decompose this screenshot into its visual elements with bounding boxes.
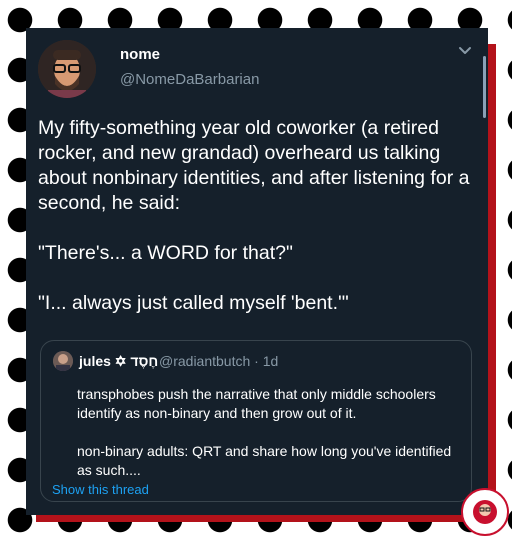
quote-meta: @radiantbutch · 1d [159,353,279,369]
quote-avatar[interactable] [53,351,73,371]
watermark-badge [461,488,509,536]
display-name[interactable]: nome [120,46,160,63]
user-handle[interactable]: @NomeDaBarbarian [120,71,259,88]
avatar[interactable] [38,40,96,98]
quote-paragraph: transphobes push the narrative that only… [77,386,436,421]
quote-handle[interactable]: @radiantbutch [159,353,250,369]
tweet-paragraph: "There's... a WORD for that?" [38,242,293,264]
quote-paragraph: non-binary adults: QRT and share how lon… [77,443,452,478]
tweet-card: nome @NomeDaBarbarian My fifty-something… [26,28,488,515]
show-thread-link[interactable]: Show this thread [52,482,149,497]
quoted-tweet[interactable]: jules ✡ חֶסֶד @radiantbutch · 1d transph… [40,340,472,502]
scrollbar-thumb[interactable] [483,56,486,118]
quote-time: 1d [262,353,279,369]
chevron-down-icon[interactable] [458,46,472,56]
tweet-text: My fifty-something year old coworker (a … [38,116,478,341]
quote-display-name[interactable]: jules ✡ חֶסֶד [79,353,158,370]
tweet-paragraph: "I... always just called myself 'bent.'" [38,292,349,314]
tweet-paragraph: My fifty-something year old coworker (a … [38,117,470,214]
